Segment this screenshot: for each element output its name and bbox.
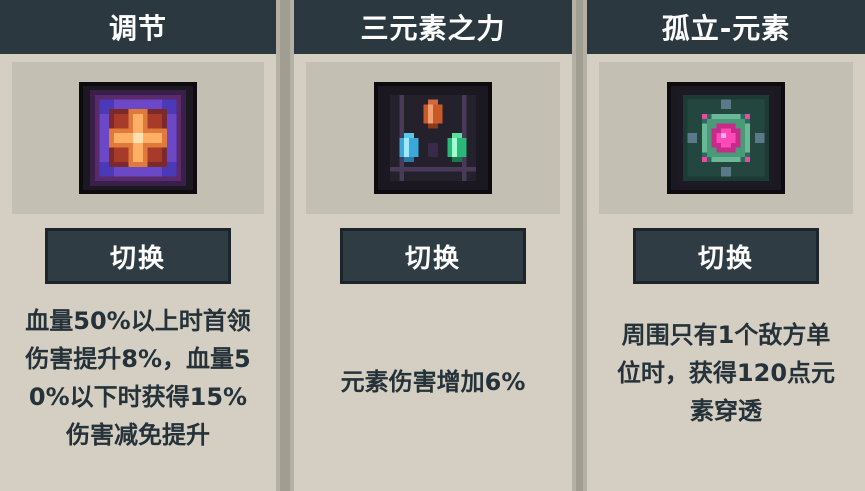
card-title: 调节 <box>0 0 276 54</box>
regulation-icon <box>79 82 197 194</box>
description-line: 0%以下时获得15% <box>28 383 248 411</box>
three-elements-icon <box>374 82 492 194</box>
description-line: 位时，获得120点元 <box>616 359 836 387</box>
icon-well <box>306 62 560 214</box>
switch-button[interactable]: 切换 <box>633 228 819 284</box>
card-title: 孤立-元素 <box>587 0 865 54</box>
description-line: 血量50%以上时首领 <box>25 307 251 335</box>
description-line: 伤害减免提升 <box>65 421 210 449</box>
talent-card-isolation-element: 孤立-元素 切换 周围只有1个敌方单 位时，获得120点元 素穿透 <box>583 0 865 491</box>
card-title: 三元素之力 <box>294 0 572 54</box>
isolation-element-icon <box>667 82 785 194</box>
switch-button[interactable]: 切换 <box>340 228 526 284</box>
switch-button[interactable]: 切换 <box>45 228 231 284</box>
talent-card-three-elements: 三元素之力 切换 元素伤害增加6% <box>290 0 576 491</box>
description-line: 伤害提升8%，血量5 <box>25 345 251 373</box>
description-line: 周围只有1个敌方单 <box>621 321 831 349</box>
talent-card-regulation: 调节 切换 血量50%以上时首领 伤害提升8%，血量5 0%以下时获得15% 伤… <box>0 0 280 491</box>
card-description: 元素伤害增加6% <box>300 298 566 491</box>
icon-well <box>12 62 264 214</box>
description-line: 元素伤害增加6% <box>340 367 526 396</box>
description-line: 素穿透 <box>689 397 762 425</box>
card-description: 周围只有1个敌方单 位时，获得120点元 素穿透 <box>593 298 859 491</box>
card-description: 血量50%以上时首领 伤害提升8%，血量5 0%以下时获得15% 伤害减免提升 <box>6 298 270 491</box>
icon-well <box>599 62 853 214</box>
